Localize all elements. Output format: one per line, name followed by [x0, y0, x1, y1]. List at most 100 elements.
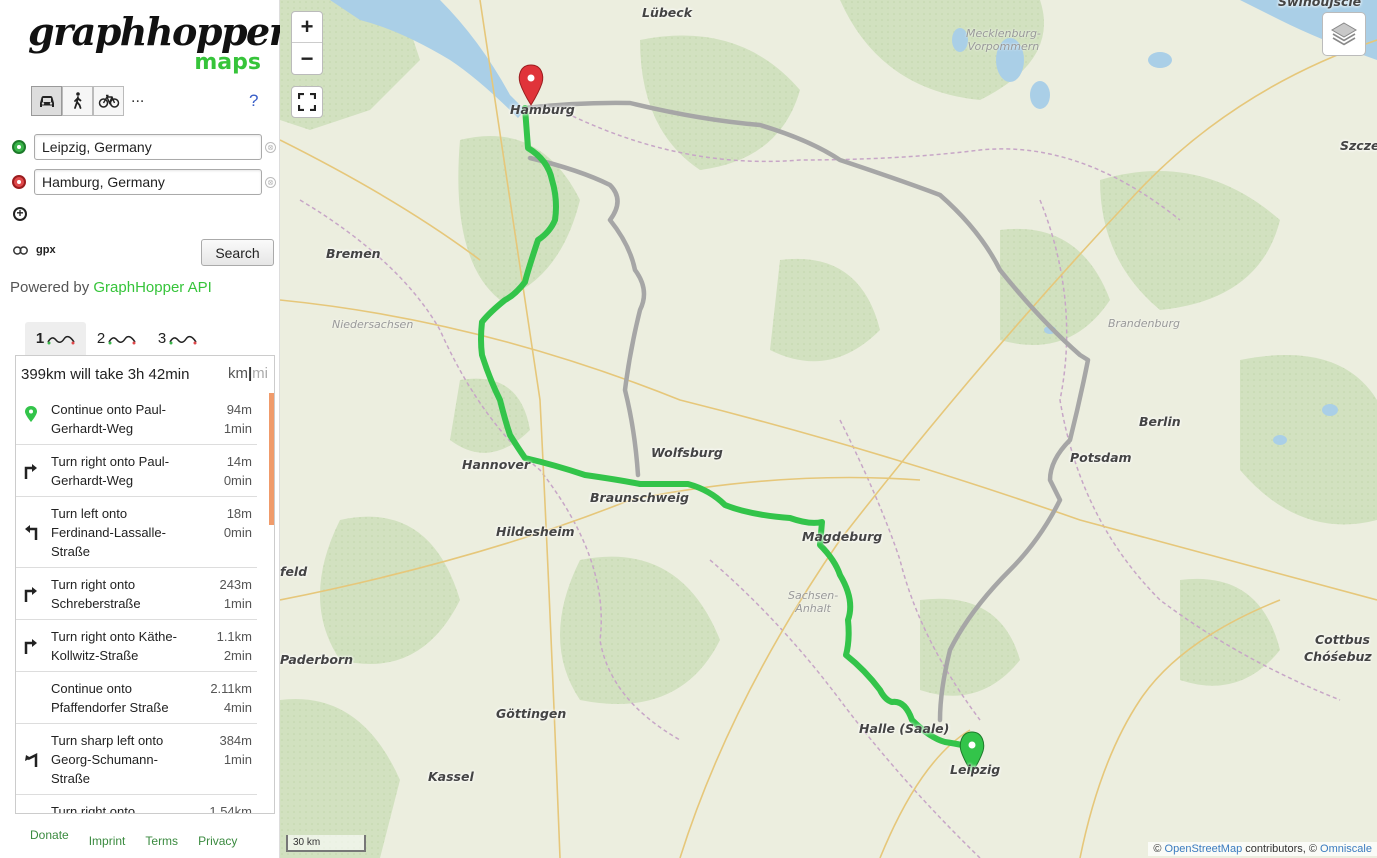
instruction-distance: 94m — [226, 402, 252, 417]
green-pin-icon — [25, 406, 37, 422]
clear-start-icon[interactable]: ⊗ — [265, 141, 276, 153]
instruction-meta: 94m 1min — [224, 400, 252, 438]
donate-link[interactable]: Donate — [30, 828, 69, 842]
omniscale-link[interactable]: Omniscale — [1320, 843, 1372, 855]
help-button[interactable]: ? — [249, 91, 258, 111]
end-location-input[interactable] — [34, 169, 262, 195]
export-links: gpx — [13, 244, 56, 256]
route-summary: 399km will take 3h 42min km|mi — [16, 356, 274, 393]
graphhopper-api-link[interactable]: GraphHopper API — [93, 279, 211, 296]
route-summary-text: 399km will take 3h 42min — [21, 366, 190, 383]
fullscreen-button[interactable] — [291, 86, 323, 118]
instruction-item[interactable]: Continue onto Pfaffendorfer Straße 2.11k… — [16, 672, 257, 724]
region-label: Sachsen- Anhalt — [788, 589, 838, 615]
city-label: Swinoujscie — [1278, 0, 1362, 9]
zoom-in-button[interactable]: + — [292, 12, 322, 43]
instruction-time: 0min — [223, 473, 252, 488]
instruction-time: 2min — [223, 648, 252, 663]
start-marker-icon — [12, 140, 26, 154]
region-label-line: Anhalt — [795, 602, 831, 615]
terms-link[interactable]: Terms — [145, 834, 178, 848]
region-label: Mecklenburg- Vorpommern — [966, 27, 1041, 53]
instructions-scrollbar[interactable] — [269, 393, 274, 525]
instruction-meta: 14m 0min — [224, 452, 252, 490]
logo-text: graphhopper — [28, 9, 289, 54]
alternative-tab-2[interactable]: 2 — [86, 322, 147, 355]
map-view[interactable]: Lübeck Hamburg Bremen Hannover Wolfsburg… — [280, 0, 1377, 858]
more-vehicles-button[interactable]: ... — [131, 89, 144, 107]
instruction-time: 1min — [223, 421, 252, 436]
alternative-tab-1[interactable]: 1 — [25, 322, 86, 355]
instruction-meta: 2.11km 4min — [210, 679, 252, 717]
city-label: Hildesheim — [496, 524, 575, 539]
imprint-link[interactable]: Imprint — [89, 834, 126, 848]
map-attribution: © OpenStreetMap contributors, © Omniscal… — [1148, 842, 1377, 856]
logo-subtext: maps — [194, 50, 261, 75]
instruction-text: Turn right onto Schreberstraße — [51, 577, 141, 611]
region-label: Brandenburg — [1108, 317, 1180, 330]
city-label: Halle (Saale) — [859, 721, 950, 736]
instruction-item[interactable]: Continue onto Paul-Gerhardt-Weg 94m 1min — [16, 393, 257, 445]
unit-mi[interactable]: mi — [252, 365, 268, 382]
instruction-item[interactable]: Turn left onto Ferdinand-Lassalle-Straße… — [16, 497, 257, 568]
city-label: Chóśebuz — [1304, 649, 1372, 664]
bike-button[interactable] — [93, 86, 124, 116]
unit-toggle[interactable]: km|mi — [228, 365, 268, 382]
region-label-line: Sachsen- — [788, 589, 839, 602]
foot-button[interactable] — [62, 86, 93, 116]
link-icon[interactable] — [13, 245, 28, 255]
zoom-control: + − — [291, 11, 323, 75]
attribution-text: contributors, © — [1245, 843, 1317, 855]
instruction-meta: 243m 1min — [219, 575, 252, 613]
alternative-label: 2 — [96, 330, 106, 347]
vehicle-selector — [31, 86, 124, 116]
instruction-distance: 2.11km — [210, 681, 252, 696]
search-button[interactable]: Search — [201, 239, 274, 266]
gpx-export-link[interactable]: gpx — [36, 244, 56, 256]
fullscreen-icon — [298, 93, 316, 111]
region-label-line: Mecklenburg- — [966, 27, 1041, 40]
zoom-out-button[interactable]: − — [292, 43, 322, 74]
city-label: Szcze — [1340, 138, 1377, 153]
unit-km[interactable]: km — [228, 365, 248, 382]
instruction-item[interactable]: Turn right onto 1.54km — [16, 795, 257, 814]
instruction-item[interactable]: Turn right onto Käthe-Kollwitz-Straße 1.… — [16, 620, 257, 672]
instruction-distance: 384m — [219, 733, 252, 748]
instruction-time: 4min — [223, 700, 252, 715]
route-squiggle-icon — [47, 335, 75, 344]
start-location-input[interactable] — [34, 134, 262, 160]
instruction-distance: 1.54km — [209, 804, 252, 814]
instruction-text: Turn right onto — [51, 804, 136, 814]
end-marker-icon — [12, 175, 26, 189]
instruction-list: Continue onto Paul-Gerhardt-Weg 94m 1min … — [16, 393, 257, 814]
instruction-item[interactable]: Turn sharp left onto Georg-Schumann-Stra… — [16, 724, 257, 795]
privacy-link[interactable]: Privacy — [198, 834, 237, 848]
instructions-panel: 399km will take 3h 42min km|mi Continue … — [15, 355, 275, 814]
city-label: Braunschweig — [590, 490, 689, 505]
turn-right-icon — [24, 464, 37, 479]
instruction-text: Turn right onto Paul-Gerhardt-Weg — [51, 454, 170, 488]
map-scale: 30 km — [286, 835, 366, 852]
turn-sharp-left-icon — [25, 752, 38, 767]
instruction-distance: 18m — [226, 506, 252, 521]
alternative-label: 3 — [157, 330, 167, 347]
footer-links: Donate Imprint Terms Privacy — [30, 828, 257, 848]
car-button[interactable] — [31, 86, 62, 116]
bicycle-icon — [98, 94, 119, 108]
instruction-item[interactable]: Turn right onto Schreberstraße 243m 1min — [16, 568, 257, 620]
instruction-distance: 243m — [219, 577, 252, 592]
instruction-distance: 1.1km — [216, 629, 252, 644]
graphhopper-logo[interactable]: graphhopper maps — [28, 9, 289, 76]
clear-end-icon[interactable]: ⊗ — [265, 176, 276, 188]
add-point-icon[interactable]: + — [13, 207, 27, 221]
alternative-tab-3[interactable]: 3 — [147, 322, 208, 355]
layers-button[interactable] — [1322, 12, 1366, 56]
city-label: Bremen — [326, 246, 381, 261]
route-squiggle-icon — [169, 335, 197, 344]
instruction-item[interactable]: Turn right onto Paul-Gerhardt-Weg 14m 0mi… — [16, 445, 257, 497]
city-label: Paderborn — [280, 652, 353, 667]
turn-right-icon — [24, 587, 37, 602]
instruction-meta: 18m 0min — [224, 504, 252, 542]
openstreetmap-link[interactable]: OpenStreetMap — [1165, 843, 1243, 855]
instruction-time: 1min — [223, 752, 252, 767]
